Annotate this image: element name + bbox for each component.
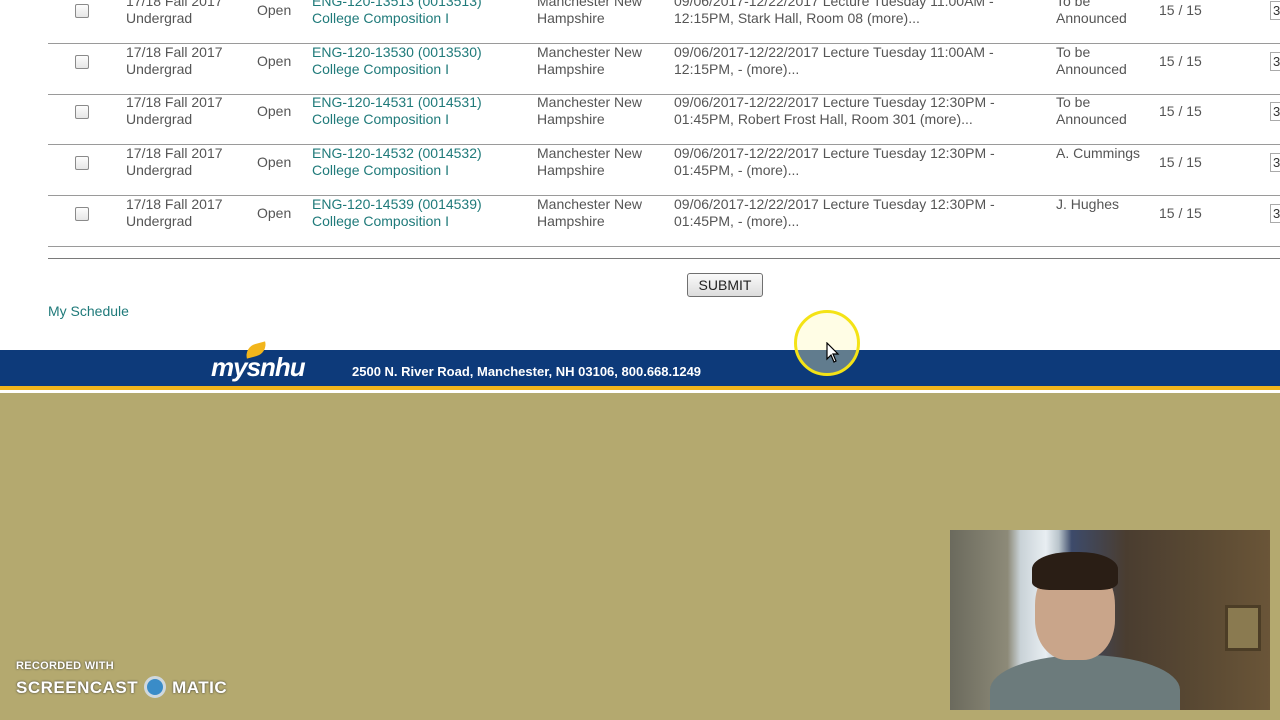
credits-cell-partial: 3: [1270, 1, 1280, 20]
status-cell: Open: [257, 103, 292, 119]
seats-cell: 15 / 15: [1159, 53, 1202, 69]
wall-picture: [1225, 605, 1261, 651]
course-code-link[interactable]: ENG-120-14539 (0014539): [312, 196, 482, 213]
webcam-overlay: [950, 530, 1270, 710]
my-schedule-link[interactable]: My Schedule: [48, 303, 129, 319]
submit-button[interactable]: SUBMIT: [687, 273, 763, 297]
select-checkbox[interactable]: [75, 55, 89, 69]
select-checkbox[interactable]: [75, 105, 89, 119]
course-cell: ENG-120-13513 (0013513) College Compositi…: [312, 0, 482, 27]
screencast-watermark: RECORDED WITH SCREENCAST MATIC: [16, 660, 227, 698]
watermark-caption: RECORDED WITH: [16, 660, 115, 672]
term-cell: 17/18 Fall 2017 Undergrad: [126, 0, 223, 26]
credits-cell-partial: 3: [1270, 204, 1280, 223]
meeting-info-cell: 09/06/2017-12/22/2017 Lecture Tuesday 12…: [674, 94, 995, 127]
term-cell: 17/18 Fall 2017 Undergrad: [126, 94, 223, 127]
credits-cell-partial: 3: [1270, 102, 1280, 121]
table-divider: [48, 258, 1280, 259]
select-checkbox[interactable]: [75, 207, 89, 221]
location-cell: Manchester New Hampshire: [537, 0, 643, 26]
table-row: 17/18 Fall 2017 Undergrad Open ENG-120-145…: [48, 94, 1280, 145]
table-row: 17/18 Fall 2017 Undergrad Open ENG-120-135…: [48, 44, 1280, 95]
mysnhu-logo: mysnhu: [211, 341, 306, 383]
location-cell: Manchester New Hampshire: [537, 145, 643, 178]
course-title-link[interactable]: College Composition I: [312, 61, 482, 78]
course-title-link[interactable]: College Composition I: [312, 162, 482, 179]
course-title-link[interactable]: College Composition I: [312, 213, 482, 230]
instructor-cell: To be Announced: [1056, 94, 1127, 127]
watermark-brand: SCREENCAST MATIC: [16, 675, 228, 698]
status-cell: Open: [257, 154, 292, 170]
logo-text: mysnhu: [211, 352, 306, 382]
presenter-shirt: [990, 655, 1180, 710]
location-cell: Manchester New Hampshire: [537, 94, 643, 127]
course-cell: ENG-120-14532 (0014532) College Compositi…: [312, 145, 482, 179]
seats-cell: 15 / 15: [1159, 154, 1202, 170]
select-checkbox[interactable]: [75, 4, 89, 18]
footer-stripe-white: [0, 390, 1280, 393]
status-cell: Open: [257, 53, 292, 69]
table-row: 17/18 Fall 2017 Undergrad Open ENG-120-145…: [48, 145, 1280, 196]
search-results-panel: 17/18 Fall 2017 Undergrad Open ENG-120-135…: [0, 0, 1280, 350]
course-cell: ENG-120-13530 (0013530) College Compositi…: [312, 44, 482, 78]
course-code-link[interactable]: ENG-120-14532 (0014532): [312, 145, 482, 162]
course-title-link[interactable]: College Composition I: [312, 10, 482, 27]
select-checkbox[interactable]: [75, 156, 89, 170]
course-code-link[interactable]: ENG-120-13530 (0013530): [312, 44, 482, 61]
seats-cell: 15 / 15: [1159, 205, 1202, 221]
table-row: 17/18 Fall 2017 Undergrad Open ENG-120-135…: [48, 0, 1280, 44]
status-cell: Open: [257, 2, 292, 18]
location-cell: Manchester New Hampshire: [537, 196, 643, 229]
meeting-info-cell: 09/06/2017-12/22/2017 Lecture Tuesday 11…: [674, 44, 994, 77]
watermark-brand-right: MATIC: [172, 678, 228, 697]
course-title-link[interactable]: College Composition I: [312, 111, 482, 128]
instructor-cell: J. Hughes: [1056, 196, 1120, 212]
course-code-link[interactable]: ENG-120-13513 (0013513): [312, 0, 482, 10]
meeting-info-cell: 09/06/2017-12/22/2017 Lecture Tuesday 12…: [674, 196, 995, 229]
meeting-info-cell: 09/06/2017-12/22/2017 Lecture Tuesday 12…: [674, 145, 995, 178]
seats-cell: 15 / 15: [1159, 103, 1202, 119]
seats-cell: 15 / 15: [1159, 2, 1202, 18]
course-code-link[interactable]: ENG-120-14531 (0014531): [312, 94, 482, 111]
instructor-cell: A. Cummings: [1056, 145, 1141, 161]
instructor-cell: To be Announced: [1056, 0, 1127, 26]
status-cell: Open: [257, 205, 292, 221]
instructor-cell: To be Announced: [1056, 44, 1127, 77]
course-cell: ENG-120-14539 (0014539) College Compositi…: [312, 196, 482, 230]
course-cell: ENG-120-14531 (0014531) College Compositi…: [312, 94, 482, 128]
mouse-pointer-icon: [826, 342, 840, 363]
record-icon: [144, 675, 167, 698]
meeting-info-cell: 09/06/2017-12/22/2017 Lecture Tuesday 11…: [674, 0, 994, 26]
credits-cell-partial: 3: [1270, 153, 1280, 172]
term-cell: 17/18 Fall 2017 Undergrad: [126, 196, 223, 229]
footer-address: 2500 N. River Road, Manchester, NH 03106…: [352, 364, 702, 379]
term-cell: 17/18 Fall 2017 Undergrad: [126, 44, 223, 77]
credits-cell-partial: 3: [1270, 52, 1280, 71]
term-cell: 17/18 Fall 2017 Undergrad: [126, 145, 223, 178]
table-row: 17/18 Fall 2017 Undergrad Open ENG-120-145…: [48, 196, 1280, 247]
presenter-hair: [1032, 552, 1118, 590]
watermark-brand-left: SCREENCAST: [16, 678, 139, 697]
location-cell: Manchester New Hampshire: [537, 44, 643, 77]
